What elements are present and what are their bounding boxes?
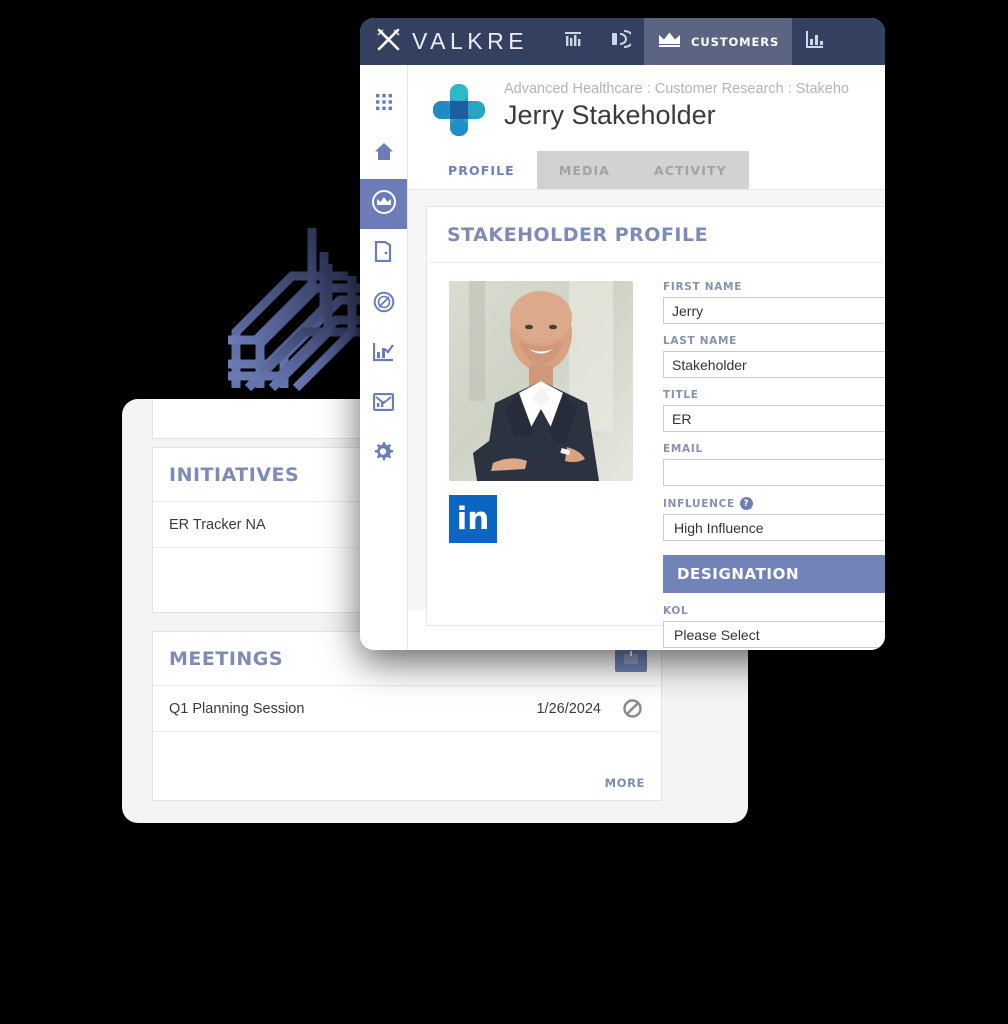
designation-section-header: DESIGNATION bbox=[663, 555, 885, 593]
linkedin-icon[interactable]: in bbox=[449, 495, 497, 543]
sidebar-item-apps[interactable] bbox=[360, 79, 407, 129]
signal-broadcast-icon bbox=[609, 29, 635, 54]
door-icon bbox=[374, 240, 393, 267]
brand-wordmark: VALKRE bbox=[412, 28, 529, 54]
sidebar-item-messages[interactable] bbox=[360, 379, 407, 429]
crown-circle-icon bbox=[371, 189, 396, 219]
page-header: Advanced Healthcare : Customer Research … bbox=[408, 65, 885, 150]
kol-label: KOL bbox=[663, 605, 689, 617]
nav-analytics[interactable] bbox=[792, 18, 838, 65]
stakeholder-profile-panel: STAKEHOLDER PROFILE in FIRST NAME Jerry … bbox=[426, 206, 885, 648]
field-kol: KOL Please Select bbox=[663, 605, 885, 648]
panel-wrapper: STAKEHOLDER PROFILE in FIRST NAME Jerry … bbox=[408, 190, 885, 648]
nav-customers[interactable]: CUSTOMERS bbox=[644, 18, 793, 65]
content-area: Advanced Healthcare : Customer Research … bbox=[408, 65, 885, 650]
influence-label-text: INFLUENCE bbox=[663, 497, 735, 510]
panel-body: in FIRST NAME Jerry LAST NAME Stakeholde… bbox=[427, 263, 885, 650]
form-column: FIRST NAME Jerry LAST NAME Stakeholder T… bbox=[663, 281, 885, 650]
email-input[interactable] bbox=[663, 459, 885, 486]
panel-header: STAKEHOLDER PROFILE bbox=[427, 207, 885, 263]
nav-dashboard[interactable] bbox=[550, 18, 596, 65]
crown-icon bbox=[657, 30, 682, 53]
main-application-window: VALKRE CUSTOMERS Advanced Healthcare: C… bbox=[360, 18, 885, 650]
field-influence: INFLUENCE ? High Influence bbox=[663, 497, 885, 541]
meeting-date: 1/26/2024 bbox=[536, 700, 601, 717]
initiatives-title: INITIATIVES bbox=[169, 463, 300, 486]
tab-bar: PROFILE MEDIA ACTIVITY bbox=[408, 150, 885, 190]
brand-logo[interactable]: VALKRE bbox=[360, 18, 550, 65]
last-name-label: LAST NAME bbox=[663, 335, 738, 347]
gear-icon bbox=[373, 441, 394, 467]
tab-activity[interactable]: ACTIVITY bbox=[632, 151, 749, 189]
title-label: TITLE bbox=[663, 389, 699, 401]
sidebar-item-reports[interactable] bbox=[360, 329, 407, 379]
left-sidebar bbox=[360, 65, 408, 650]
bar-chart-icon bbox=[805, 29, 825, 54]
meetings-more-link[interactable]: MORE bbox=[605, 776, 645, 790]
mail-chart-icon bbox=[372, 392, 395, 416]
tab-media[interactable]: MEDIA bbox=[536, 151, 632, 189]
field-title: TITLE ER bbox=[663, 389, 885, 432]
title-input[interactable]: ER bbox=[663, 405, 885, 432]
dollar-circle-icon bbox=[373, 291, 395, 318]
window-body: Advanced Healthcare : Customer Research … bbox=[360, 65, 885, 650]
add-calendar-icon bbox=[624, 651, 638, 664]
sidebar-item-door[interactable] bbox=[360, 229, 407, 279]
home-icon bbox=[374, 142, 394, 166]
sidebar-item-value[interactable] bbox=[360, 279, 407, 329]
avatar bbox=[449, 281, 633, 481]
meetings-card: MEETINGS Q1 Planning Session 1/26/2024 M… bbox=[152, 631, 662, 801]
bar-columns-icon bbox=[563, 29, 583, 54]
panel-title: STAKEHOLDER PROFILE bbox=[447, 223, 709, 246]
tab-profile[interactable]: PROFILE bbox=[426, 151, 537, 189]
table-row[interactable]: Q1 Planning Session 1/26/2024 bbox=[153, 686, 661, 732]
screenshot-stage: INITIATIVES ER Tracker NA MEETINGS Q1 Pl… bbox=[0, 0, 1008, 1024]
linkedin-label: in bbox=[456, 500, 490, 537]
grid-apps-icon bbox=[375, 93, 393, 116]
sidebar-item-settings[interactable] bbox=[360, 429, 407, 479]
sidebar-item-home[interactable] bbox=[360, 129, 407, 179]
nav-broadcast[interactable] bbox=[596, 18, 644, 65]
chart-check-icon bbox=[372, 342, 394, 367]
first-name-input[interactable]: Jerry bbox=[663, 297, 885, 324]
field-email: EMAIL bbox=[663, 443, 885, 486]
sidebar-item-customers[interactable] bbox=[360, 179, 407, 229]
last-name-input[interactable]: Stakeholder bbox=[663, 351, 885, 378]
nav-customers-label: CUSTOMERS bbox=[691, 34, 780, 49]
kol-select[interactable]: Please Select bbox=[663, 621, 885, 648]
top-navigation-bar: VALKRE CUSTOMERS bbox=[360, 18, 885, 65]
help-icon[interactable]: ? bbox=[739, 497, 753, 510]
influence-select[interactable]: High Influence bbox=[663, 514, 885, 541]
field-last-name: LAST NAME Stakeholder bbox=[663, 335, 885, 378]
field-first-name: FIRST NAME Jerry bbox=[663, 281, 885, 324]
breadcrumb: Advanced Healthcare : Customer Research … bbox=[504, 81, 849, 97]
meeting-name: Q1 Planning Session bbox=[169, 700, 305, 717]
email-label: EMAIL bbox=[663, 443, 703, 455]
meetings-title: MEETINGS bbox=[169, 647, 284, 670]
crossed-swords-icon bbox=[376, 27, 401, 57]
medical-cross-icon bbox=[430, 81, 488, 144]
page-title: Jerry Stakeholder bbox=[504, 100, 716, 130]
influence-label: INFLUENCE ? bbox=[663, 497, 885, 510]
no-entry-icon[interactable] bbox=[619, 699, 645, 718]
first-name-label: FIRST NAME bbox=[663, 281, 743, 293]
photo-column: in bbox=[449, 281, 639, 650]
